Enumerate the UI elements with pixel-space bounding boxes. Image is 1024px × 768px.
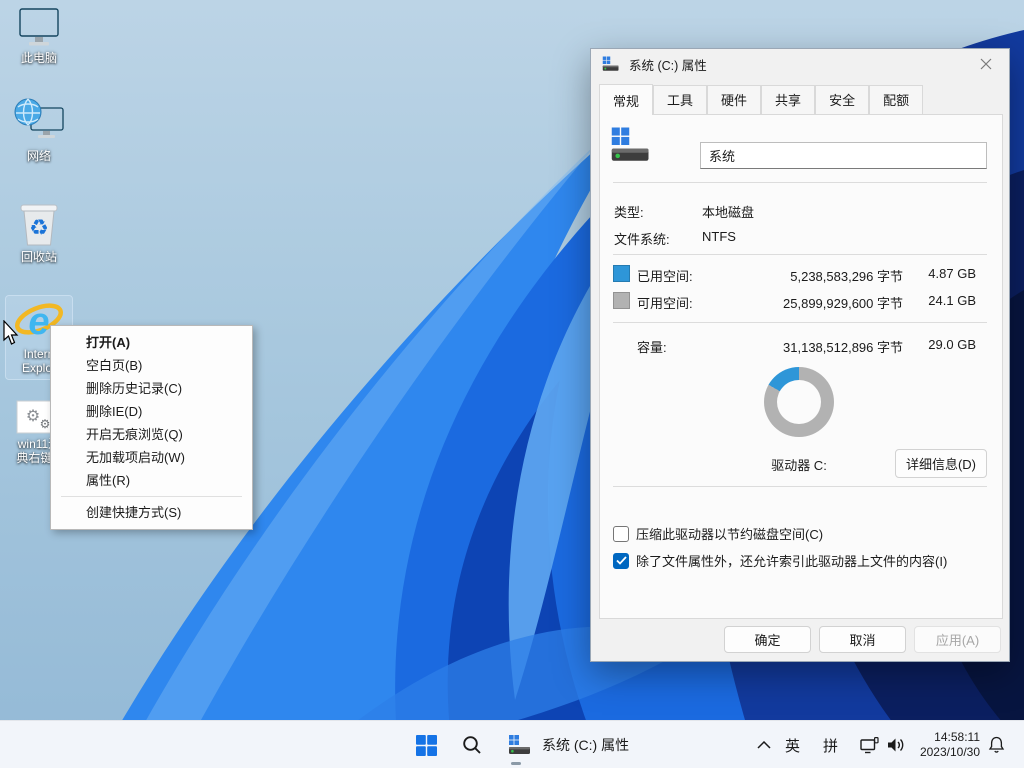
capacity-label: 容量: [637,337,667,356]
menu-item[interactable]: 删除历史记录(C) [51,377,252,400]
tab-4[interactable]: 安全 [815,85,869,114]
tray-time: 14:58:11 [934,730,980,745]
this-pc-icon [17,8,61,48]
network-icon [860,737,880,754]
tab-3[interactable]: 共享 [761,85,815,114]
search-button[interactable] [454,727,490,763]
ime-language-indicator[interactable]: 英 [785,721,800,768]
mouse-cursor [2,320,20,346]
tab-5[interactable]: 配额 [869,85,923,114]
drive-properties-dialog: 系统 (C:) 属性 常规工具硬件共享安全配额 类型: 本地磁盘 文件系统: N… [590,48,1010,662]
running-app-indicator [511,762,521,765]
filesystem-value: NTFS [702,229,736,244]
free-space-swatch [613,292,630,309]
desktop-icon-label: 回收站 [21,250,57,264]
tab-0[interactable]: 常规 [599,84,653,115]
capacity-bytes: 31,138,512,896 字节 [783,337,903,356]
svg-text:e: e [28,301,49,343]
start-button[interactable] [408,727,444,763]
tab-2[interactable]: 硬件 [707,85,761,114]
menu-item[interactable]: 打开(A) [51,331,252,354]
menu-item[interactable]: 属性(R) [51,469,252,492]
cancel-button[interactable]: 取消 [819,626,906,653]
menu-item[interactable]: 删除IE(D) [51,400,252,423]
index-checkbox-label: 除了文件属性外，还允许索引此驱动器上文件的内容(I) [636,551,947,570]
recycle-bin-icon: ♻ [17,200,61,247]
search-icon [462,735,482,755]
drive-icon [508,735,532,755]
menu-item[interactable]: 开启无痕浏览(Q) [51,423,252,446]
taskbar-app-drive-properties[interactable]: 系统 (C:) 属性 [498,727,639,763]
apply-button[interactable]: 应用(A) [914,626,1001,653]
svg-text:♻: ♻ [29,215,49,240]
notifications-button[interactable] [978,727,1014,763]
index-checkbox[interactable] [613,553,629,569]
used-space-size: 4.87 GB [928,266,976,281]
ie-context-menu: 打开(A)空白页(B)删除历史记录(C)删除IE(D)开启无痕浏览(Q)无加载项… [50,325,253,530]
tray-clock[interactable]: 14:58:11 2023/10/30 [920,721,980,768]
drive-icon [602,56,620,72]
compress-checkbox-label: 压缩此驱动器以节约磁盘空间(C) [636,524,823,543]
tab-1[interactable]: 工具 [653,85,707,114]
general-tab-panel: 类型: 本地磁盘 文件系统: NTFS 已用空间: 5,238,583,296 … [599,114,1003,619]
details-button[interactable]: 详细信息(D) [895,449,987,478]
tray-expand-button[interactable] [746,727,782,763]
svg-text:⚙: ⚙ [40,417,51,431]
dialog-tabs: 常规工具硬件共享安全配额 [599,89,1001,114]
capacity-size: 29.0 GB [928,337,976,352]
menu-separator [61,496,242,497]
speaker-icon [886,737,906,753]
dialog-title: 系统 (C:) 属性 [629,55,707,74]
volume-tray-button[interactable] [878,727,914,763]
free-space-label: 可用空间: [637,293,693,312]
menu-item[interactable]: 空白页(B) [51,354,252,377]
close-icon[interactable] [969,52,1003,76]
filesystem-label: 文件系统: [614,229,670,248]
menu-item[interactable]: 无加载项启动(W) [51,446,252,469]
dialog-titlebar[interactable]: 系统 (C:) 属性 [591,49,1009,79]
tray-date: 2023/10/30 [920,745,980,760]
svg-text:⚙: ⚙ [26,408,40,425]
drive-caption: 驱动器 C: [719,455,879,474]
taskbar-app-label: 系统 (C:) 属性 [542,735,629,755]
menu-item[interactable]: 创建快捷方式(S) [51,501,252,524]
separator [613,322,987,323]
compress-checkbox[interactable] [613,526,629,542]
desktop-icon-label: 此电脑 [21,51,57,65]
chevron-up-icon [757,741,771,749]
separator [613,254,987,255]
type-value: 本地磁盘 [702,202,754,221]
bell-icon [988,736,1005,754]
free-space-bytes: 25,899,929,600 字节 [783,293,903,312]
ime-mode-indicator[interactable]: 拼 [823,721,838,768]
used-space-label: 已用空间: [637,266,693,285]
separator [613,486,987,487]
ok-button[interactable]: 确定 [724,626,811,653]
free-space-size: 24.1 GB [928,293,976,308]
volume-name-input[interactable] [700,142,987,169]
taskbar: 系统 (C:) 属性 英 拼 14:58:11 2023/10/30 [0,720,1024,768]
separator [613,182,987,183]
compress-checkbox-row[interactable]: 压缩此驱动器以节约磁盘空间(C) [613,524,823,543]
used-space-swatch [613,265,630,282]
used-space-bytes: 5,238,583,296 字节 [790,266,903,285]
index-checkbox-row[interactable]: 除了文件属性外，还允许索引此驱动器上文件的内容(I) [613,551,947,570]
disk-usage-donut-chart [764,367,834,437]
desktop-icon-network[interactable]: 网络 [6,98,72,163]
drive-icon [610,127,652,163]
desktop-icon-recycle-bin[interactable]: ♻ 回收站 [6,200,72,264]
network-icon [13,98,65,146]
dialog-buttons: 确定 取消 应用(A) [724,626,1001,653]
desktop: 此电脑 网络 ♻ 回收站 e [0,0,1024,768]
desktop-icon-this-pc[interactable]: 此电脑 [6,8,72,65]
desktop-icon-label: 网络 [27,149,51,163]
windows-logo-icon [416,735,437,756]
type-label: 类型: [614,202,644,221]
